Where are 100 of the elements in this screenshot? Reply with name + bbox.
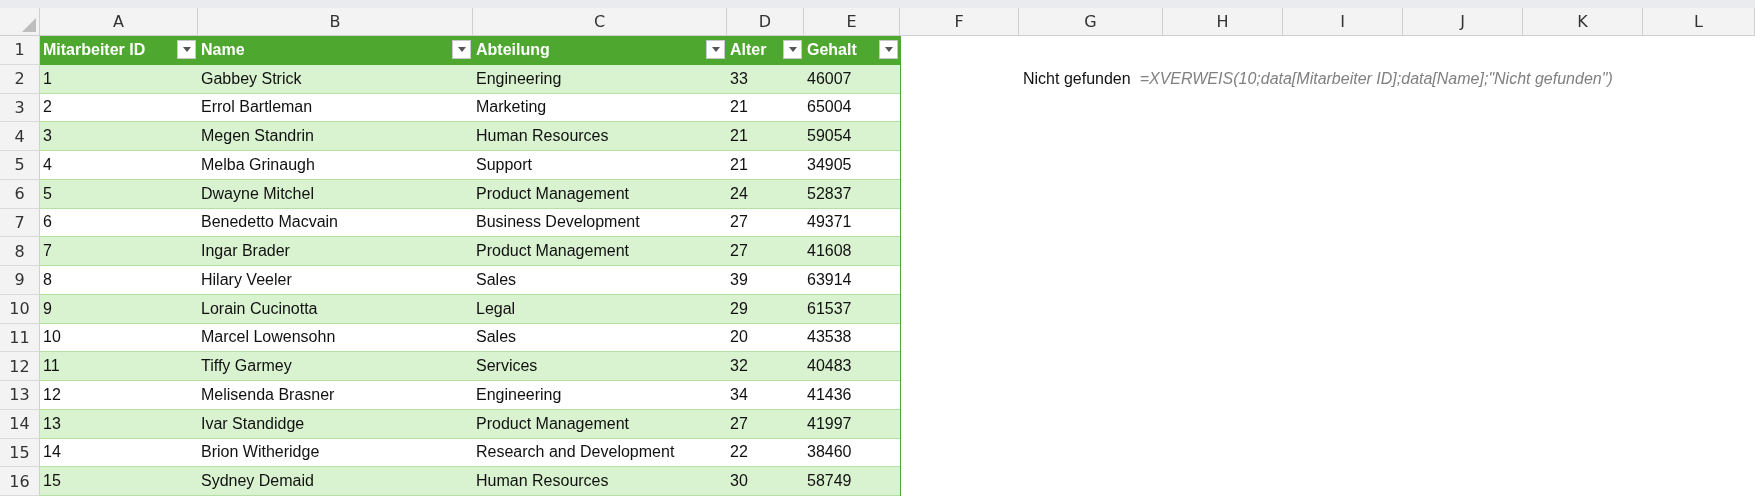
table-cell: 41997 — [807, 414, 852, 433]
filter-button[interactable] — [452, 40, 471, 60]
row-header[interactable]: 15 — [0, 438, 40, 468]
table-cell: 46007 — [807, 69, 852, 88]
row-header[interactable]: 16 — [0, 467, 40, 496]
row-header[interactable]: 12 — [0, 352, 40, 381]
table-cell: 58749 — [807, 472, 852, 491]
corner-triangle-icon — [22, 18, 36, 32]
table-cell: 41436 — [807, 385, 852, 404]
table-cell: 2 — [43, 98, 52, 117]
table-cell: 21 — [730, 127, 748, 146]
table-cell: 61537 — [807, 299, 852, 318]
table-cell: 13 — [43, 414, 61, 433]
table-cell: 49371 — [807, 213, 852, 232]
table-cell: 41608 — [807, 242, 852, 261]
table-cell: Marcel Lowensohn — [201, 328, 336, 347]
caret-icon — [457, 47, 466, 53]
column-header[interactable]: I — [1283, 8, 1403, 35]
table-header-cell: Alter — [730, 40, 767, 59]
row-header[interactable]: 1 — [0, 36, 40, 65]
table-cell: Engineering — [476, 69, 562, 88]
row-header[interactable]: 6 — [0, 179, 40, 209]
table-cell: 1 — [43, 69, 52, 88]
table-cell: 14 — [43, 443, 61, 462]
table-cell: 6 — [43, 213, 52, 232]
table-cell: Hilary Veeler — [201, 270, 292, 289]
table-cell: 38460 — [807, 443, 852, 462]
row-header[interactable]: 5 — [0, 151, 40, 180]
table-cell: Errol Bartleman — [201, 98, 313, 117]
table-cell: 12 — [43, 385, 61, 404]
table-cell: Product Management — [476, 242, 629, 261]
table-cell: Ivar Standidge — [201, 414, 305, 433]
table-cell: Engineering — [476, 385, 562, 404]
table-cell: 3 — [43, 127, 52, 146]
column-header[interactable]: C — [473, 8, 727, 35]
table-cell: 65004 — [807, 98, 852, 117]
filter-button[interactable] — [706, 40, 725, 60]
table-cell: 5 — [43, 184, 52, 203]
table-cell: 63914 — [807, 270, 852, 289]
table-cell: 8 — [43, 270, 52, 289]
table-cell: Research and Development — [476, 443, 675, 462]
table-cell: Melba Grinaugh — [201, 155, 315, 174]
table-cell: 39 — [730, 270, 748, 289]
table-header-cell: Mitarbeiter ID — [43, 40, 146, 59]
table-cell: 9 — [43, 299, 52, 318]
column-header[interactable]: G — [1019, 8, 1163, 35]
table-cell: Gabbey Strick — [201, 69, 302, 88]
column-header[interactable]: J — [1403, 8, 1523, 35]
table-cell: Business Development — [476, 213, 640, 232]
filter-button[interactable] — [783, 40, 802, 60]
table-cell: 11 — [43, 357, 60, 376]
column-header[interactable]: F — [900, 8, 1019, 35]
table-cell: 34 — [730, 385, 748, 404]
table-cell: Sales — [476, 270, 517, 289]
table-cell: Product Management — [476, 184, 629, 203]
row-header[interactable]: 8 — [0, 237, 40, 266]
column-header[interactable]: E — [804, 8, 900, 35]
filter-button[interactable] — [177, 40, 196, 60]
table-cell: 7 — [43, 242, 52, 261]
table-cell: 24 — [730, 184, 748, 203]
table-header-cell: Gehalt — [807, 40, 857, 59]
table-cell: 27 — [730, 213, 748, 232]
row-header[interactable]: 10 — [0, 294, 40, 324]
table-cell: 43538 — [807, 328, 852, 347]
row-header[interactable]: 4 — [0, 122, 40, 151]
table-cell: 40483 — [807, 357, 852, 376]
table-cell: 32 — [730, 357, 748, 376]
row-header[interactable]: 14 — [0, 409, 40, 439]
table-header-cell: Name — [201, 40, 245, 59]
table-cell: 15 — [43, 472, 61, 491]
column-header[interactable]: A — [40, 8, 198, 35]
table-cell: 34905 — [807, 155, 852, 174]
caret-icon — [711, 47, 720, 53]
row-header[interactable]: 11 — [0, 323, 40, 353]
table-cell: 20 — [730, 328, 748, 347]
table-cell: Human Resources — [476, 127, 609, 146]
table-cell: Melisenda Brasner — [201, 385, 335, 404]
table-cell: 33 — [730, 69, 748, 88]
filter-button[interactable] — [879, 40, 898, 60]
table-cell: Dwayne Mitchel — [201, 184, 314, 203]
row-header[interactable]: 2 — [0, 64, 40, 94]
column-header[interactable]: L — [1643, 8, 1755, 35]
table-cell: 59054 — [807, 127, 852, 146]
caret-icon — [884, 47, 893, 53]
table-cell: 27 — [730, 414, 748, 433]
table-cell: Sydney Demaid — [201, 472, 314, 491]
column-header[interactable]: D — [727, 8, 804, 35]
table-header-cell: Abteilung — [476, 40, 550, 59]
table-cell: Human Resources — [476, 472, 609, 491]
row-header[interactable]: 7 — [0, 208, 40, 238]
row-header[interactable]: 13 — [0, 381, 40, 410]
table-cell: 22 — [730, 443, 748, 462]
caret-icon — [182, 47, 191, 53]
row-header[interactable]: 3 — [0, 93, 40, 123]
column-header[interactable]: K — [1523, 8, 1643, 35]
formula-text: =XVERWEIS(10;data[Mitarbeiter ID];data[Name];"Nicht gefunden") — [1139, 70, 1613, 89]
column-header[interactable]: H — [1163, 8, 1283, 35]
table-cell: 30 — [730, 472, 748, 491]
row-header[interactable]: 9 — [0, 266, 40, 295]
column-header[interactable]: B — [198, 8, 473, 35]
